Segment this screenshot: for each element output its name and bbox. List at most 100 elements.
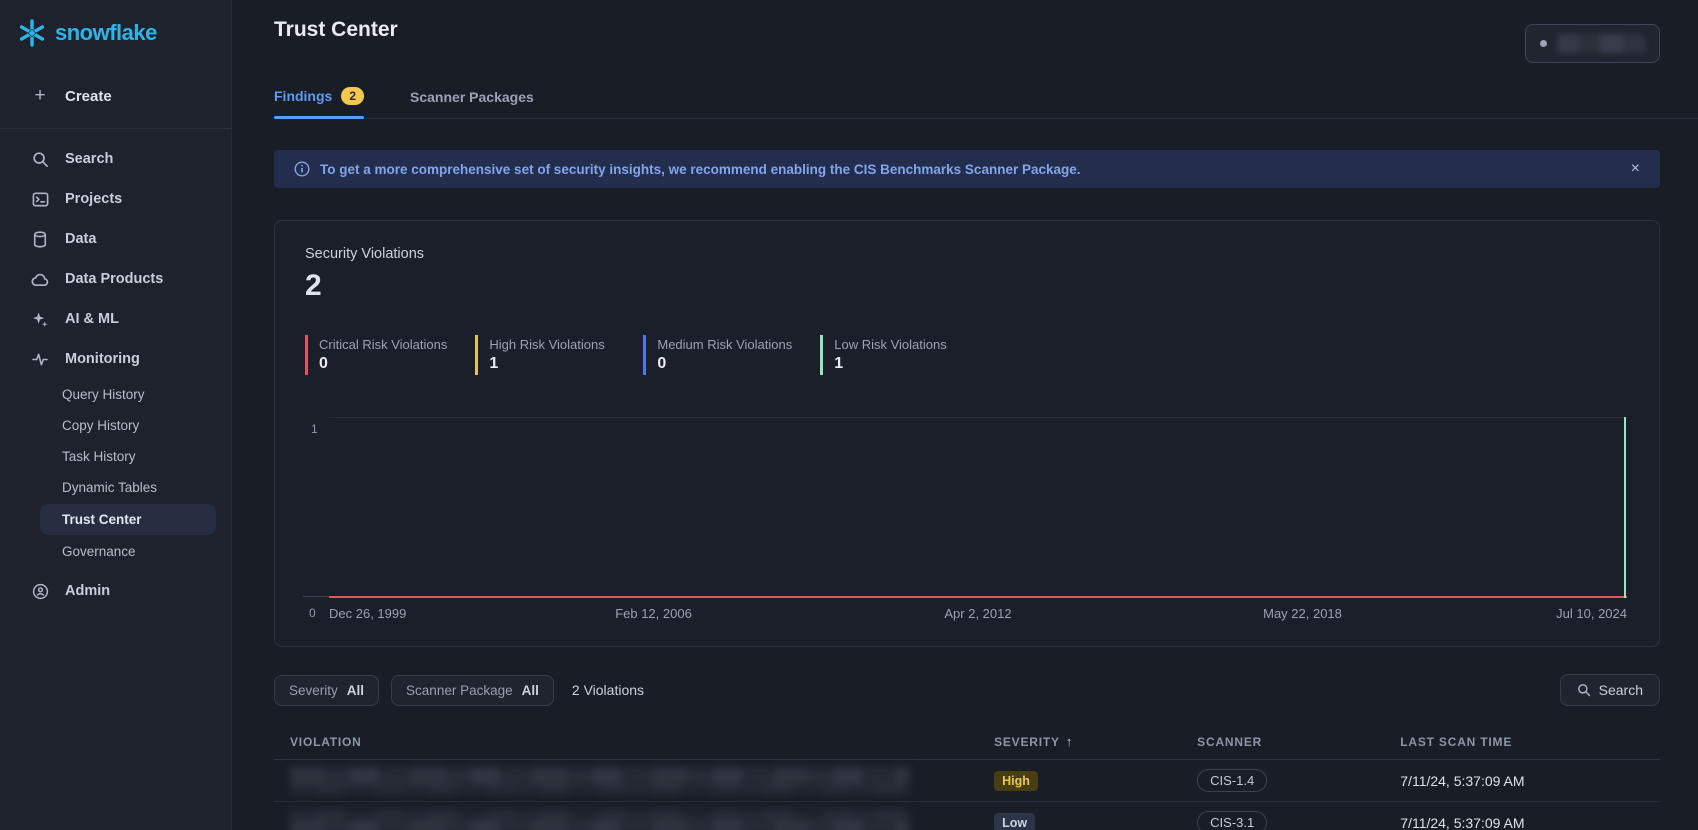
last-scan-time: 7/11/24, 5:37:09 AM [1400, 773, 1644, 789]
sidebar: snowflake + Create Search Projects [0, 0, 232, 830]
snowflake-logo[interactable]: snowflake [0, 14, 231, 54]
activity-icon [30, 352, 50, 367]
scanner-cell: CIS-1.4 [1197, 769, 1400, 792]
admin-badge-icon [30, 583, 50, 600]
x-tick: Feb 12, 2006 [615, 606, 692, 621]
tab-bar: Findings 2 Scanner Packages [274, 87, 1698, 119]
severity-filter[interactable]: Severity All [274, 675, 379, 706]
scanner-package-filter[interactable]: Scanner Package All [391, 675, 554, 706]
snowflake-mark-icon [17, 18, 47, 48]
sidebar-item-copy-history[interactable]: Copy History [0, 410, 231, 441]
stat-medium: Medium Risk Violations 0 [643, 335, 792, 375]
close-icon[interactable]: × [1631, 161, 1640, 177]
stat-low: Low Risk Violations 1 [820, 335, 960, 375]
sub-item-label: Dynamic Tables [62, 480, 157, 495]
findings-count-badge: 2 [341, 87, 364, 105]
filter-bar: Severity All Scanner Package All 2 Viola… [274, 674, 1660, 706]
column-header-scanner[interactable]: SCANNER [1197, 735, 1400, 749]
column-header-violation[interactable]: VIOLATION [290, 735, 994, 749]
sidebar-item-label: Admin [65, 583, 110, 599]
sidebar-item-trust-center[interactable]: Trust Center [40, 504, 216, 535]
status-dot-icon [1540, 40, 1547, 47]
sub-item-label: Governance [62, 544, 136, 559]
sparkle-icon [30, 311, 50, 328]
main-content: Trust Center Findings 2 Scanner Packages… [232, 0, 1698, 830]
series-low-line [1624, 417, 1626, 598]
info-banner: To get a more comprehensive set of secur… [274, 150, 1660, 188]
severity-badge-high: High [994, 771, 1038, 791]
sub-item-label: Query History [62, 387, 145, 402]
security-violations-card: Security Violations 2 Critical Risk Viol… [274, 220, 1660, 647]
tab-scanner-packages[interactable]: Scanner Packages [410, 89, 534, 118]
last-scan-time: 7/11/24, 5:37:09 AM [1400, 815, 1644, 830]
search-icon [30, 151, 50, 168]
table-header-row: VIOLATION SEVERITY ↑ SCANNER LAST SCAN T… [274, 724, 1660, 760]
sidebar-item-label: Data [65, 231, 96, 247]
terminal-icon [30, 191, 50, 208]
table-row[interactable]: High CIS-1.4 7/11/24, 5:37:09 AM [274, 760, 1660, 802]
sidebar-item-label: AI & ML [65, 311, 119, 327]
severity-badge-low: Low [994, 813, 1035, 830]
sidebar-item-label: Projects [65, 191, 122, 207]
stat-critical: Critical Risk Violations 0 [305, 335, 447, 375]
total-violations-value: 2 [305, 269, 1629, 303]
page-title: Trust Center [274, 18, 398, 42]
sub-item-label: Copy History [62, 418, 139, 433]
scanner-id-pill: CIS-3.1 [1197, 811, 1267, 830]
sort-ascending-icon: ↑ [1066, 734, 1073, 749]
sidebar-item-dynamic-tables[interactable]: Dynamic Tables [0, 472, 231, 503]
sidebar-item-monitoring[interactable]: Monitoring [0, 339, 231, 379]
x-tick: Dec 26, 1999 [329, 606, 406, 621]
severity-cell: Low [994, 813, 1197, 830]
x-tick: Apr 2, 2012 [944, 606, 1011, 621]
sidebar-item-governance[interactable]: Governance [0, 536, 231, 567]
violations-table: VIOLATION SEVERITY ↑ SCANNER LAST SCAN T… [274, 724, 1660, 830]
cloud-icon [30, 272, 50, 287]
x-tick: Jul 10, 2024 [1556, 606, 1627, 621]
logo-wordmark: snowflake [55, 20, 157, 46]
table-row[interactable]: Low CIS-3.1 7/11/24, 5:37:09 AM [274, 802, 1660, 830]
tab-findings[interactable]: Findings 2 [274, 87, 364, 118]
card-title: Security Violations [305, 246, 1629, 262]
sidebar-item-query-history[interactable]: Query History [0, 379, 231, 410]
stat-high: High Risk Violations 1 [475, 335, 615, 375]
sidebar-divider [0, 128, 231, 129]
column-header-severity[interactable]: SEVERITY ↑ [994, 734, 1197, 749]
series-critical-line [329, 596, 1627, 598]
column-header-last-scan-time[interactable]: LAST SCAN TIME [1400, 735, 1644, 749]
sidebar-item-search[interactable]: Search [0, 139, 231, 179]
sidebar-item-data-products[interactable]: Data Products [0, 259, 231, 299]
plus-icon: + [30, 85, 50, 107]
account-selector-button[interactable] [1525, 24, 1660, 63]
sidebar-item-admin[interactable]: Admin [0, 571, 231, 611]
info-icon [294, 161, 310, 177]
y-tick-0: 0 [309, 606, 316, 620]
violations-timeline-chart: 1 [329, 417, 1627, 597]
database-icon [30, 231, 50, 248]
severity-stats-row: Critical Risk Violations 0 High Risk Vio… [305, 335, 1629, 375]
create-button[interactable]: + Create [0, 76, 231, 116]
sidebar-item-label: Data Products [65, 271, 163, 287]
banner-message: To get a more comprehensive set of secur… [320, 162, 1081, 177]
gridline-y1 [329, 417, 1627, 418]
account-name-redacted [1557, 34, 1645, 53]
violation-cell [290, 767, 994, 795]
scanner-cell: CIS-3.1 [1197, 811, 1400, 830]
sidebar-item-projects[interactable]: Projects [0, 179, 231, 219]
sidebar-item-task-history[interactable]: Task History [0, 441, 231, 472]
y-tick-1: 1 [311, 422, 318, 436]
sub-item-label: Trust Center [62, 512, 142, 527]
sidebar-item-label: Search [65, 151, 113, 167]
search-icon [1577, 683, 1591, 697]
violation-cell [290, 809, 994, 830]
violations-count: 2 Violations [572, 682, 644, 698]
sidebar-item-label: Monitoring [65, 351, 140, 367]
search-button[interactable]: Search [1560, 674, 1660, 706]
sub-item-label: Task History [62, 449, 136, 464]
x-tick: May 22, 2018 [1263, 606, 1342, 621]
sidebar-item-ai-ml[interactable]: AI & ML [0, 299, 231, 339]
violation-text-redacted [290, 809, 910, 830]
sidebar-item-data[interactable]: Data [0, 219, 231, 259]
x-axis-labels: 0 Dec 26, 1999 Feb 12, 2006 Apr 2, 2012 … [329, 606, 1627, 622]
violation-text-redacted [290, 767, 910, 795]
